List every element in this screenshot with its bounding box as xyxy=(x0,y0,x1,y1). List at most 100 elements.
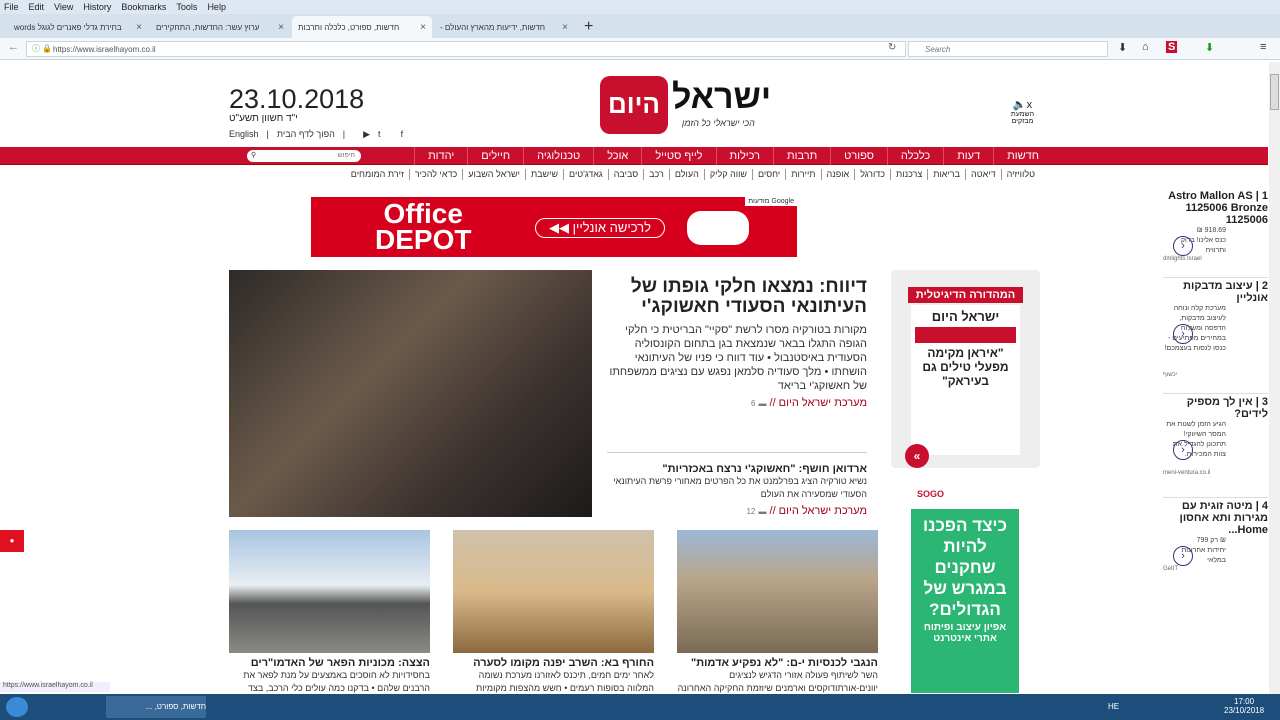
comment-icon[interactable]: ▬ xyxy=(758,507,766,516)
subnav-item[interactable]: רכב xyxy=(643,169,669,180)
chevron-left-icon[interactable]: ‹ xyxy=(1173,324,1193,344)
newspaper-cover[interactable]: ישראל היום "איראן מקימה מפעלי טילים גם ב… xyxy=(911,305,1020,455)
sogo-ad[interactable]: SOGO כיצד הפכנו להיות שחקנים במגרש של הג… xyxy=(911,483,1019,693)
site-search-input[interactable]: חיפוש ⚲ xyxy=(247,150,361,162)
download-green-icon[interactable]: ⬇ xyxy=(1205,41,1214,54)
subnav-item[interactable]: שווה קליק xyxy=(703,169,752,180)
tab-2[interactable]: × ערוץ עשר: החדשות, התחקירים xyxy=(150,16,290,38)
subnav-item[interactable]: בריאות xyxy=(927,169,965,180)
article-card[interactable]: הצצה: מכוניות הפאר של האדמו"רים בחסידויות… xyxy=(229,530,430,695)
subnav-item[interactable]: תיירות xyxy=(785,169,820,180)
twitter-icon[interactable]: t xyxy=(378,129,381,140)
side-feedback-tab[interactable]: ● xyxy=(0,530,24,552)
mute-breaking-news[interactable]: 🔈x השמעת מבזקים xyxy=(1005,98,1040,125)
subnav-item[interactable]: כדאי להכיר xyxy=(408,169,462,180)
subnav-item[interactable]: העולם xyxy=(668,169,704,180)
chevron-left-icon[interactable]: ‹ xyxy=(1173,440,1193,460)
chevron-left-icon[interactable]: ‹ xyxy=(1173,236,1193,256)
menu-bookmarks[interactable]: Bookmarks xyxy=(121,2,166,12)
digital-edition[interactable]: המהדורה הדיגיטלית ישראל היום "איראן מקימ… xyxy=(891,270,1040,468)
ad-choices-label[interactable]: מודעות Google xyxy=(745,197,797,206)
language-indicator[interactable]: HE xyxy=(1108,702,1119,711)
subnav-item[interactable]: צרכנות xyxy=(890,169,927,180)
taskbar-firefox[interactable]: חדשות, ספורט, ... xyxy=(106,696,206,718)
subnav-item[interactable]: כדורגל xyxy=(854,169,890,180)
nav-item[interactable]: טכנולוגיה xyxy=(523,147,593,165)
nav-item[interactable]: תרבות xyxy=(772,147,830,165)
homepage-link[interactable]: הפוך לדף הבית xyxy=(277,129,335,140)
card-title[interactable]: החורף בא: השרב יפנה מקומו לסערה xyxy=(453,657,654,669)
lock-icon: ⓘ 🔒 xyxy=(32,44,53,53)
extension-s-icon[interactable]: S xyxy=(1166,41,1178,53)
chevron-left-icon[interactable]: ‹ xyxy=(1173,546,1193,566)
close-icon[interactable]: × xyxy=(562,22,568,33)
ad-cta-button[interactable]: לרכישה אונליין ◀◀ xyxy=(535,218,665,238)
author[interactable]: מערכת ישראל היום // xyxy=(770,397,867,409)
english-link[interactable]: English xyxy=(229,129,259,140)
download-icon[interactable]: ⬇ xyxy=(1118,41,1127,54)
menu-history[interactable]: History xyxy=(83,2,111,12)
scrollbar[interactable] xyxy=(1269,62,1280,694)
secondary-article-title[interactable]: ארדואן חושף: "חאשוקג'י נרצח באכזריות" xyxy=(607,463,867,475)
facebook-icon[interactable]: f xyxy=(401,129,404,140)
nav-item[interactable]: ספורט xyxy=(830,147,887,165)
nav-item[interactable]: חדשות xyxy=(993,147,1052,165)
comment-count[interactable]: 6 xyxy=(751,399,755,408)
start-button[interactable] xyxy=(6,697,28,717)
nav-item[interactable]: לייף סטייל xyxy=(641,147,715,165)
subnav-item[interactable]: שישבת xyxy=(524,169,563,180)
search-input[interactable]: Search xyxy=(908,41,1108,57)
subnav-item[interactable]: יחסים xyxy=(752,169,785,180)
menu-edit[interactable]: Edit xyxy=(29,2,45,12)
menu-view[interactable]: View xyxy=(54,2,73,12)
subnav-item[interactable]: אופנה xyxy=(820,169,855,180)
article-card[interactable]: הנגבי לכנסיות י-ם: "לא נפקיע אדמות" השר ל… xyxy=(677,530,878,708)
menu-file[interactable]: File xyxy=(4,2,19,12)
subnav-item[interactable]: זירת המומחים xyxy=(346,169,409,180)
article-card[interactable]: החורף בא: השרב יפנה מקומו לסערה לאחר ימים… xyxy=(453,530,654,708)
subnav-item[interactable]: גאדג'טים xyxy=(563,169,608,180)
subnav-item[interactable]: טלוויזיה xyxy=(1000,169,1040,180)
home-icon[interactable]: ⌂ xyxy=(1142,41,1149,53)
card-title[interactable]: הנגבי לכנסיות י-ם: "לא נפקיע אדמות" xyxy=(677,657,878,669)
subnav-item[interactable]: סביבה xyxy=(607,169,643,180)
tab-1[interactable]: × בחירת גדלי פאנרים לגוגל words xyxy=(8,16,148,38)
nav-item[interactable]: רכילות xyxy=(715,147,773,165)
sogo-title: כיצד הפכנו להיות שחקנים במגרש של הגדולים… xyxy=(923,516,1007,619)
url-bar[interactable]: https://www.israelhayom.co.il xyxy=(26,41,906,57)
subnav-item[interactable]: ישראל השבוע xyxy=(462,169,525,180)
tab-4[interactable]: × חדשות, ידיעות מהארץ והעולם - xyxy=(434,16,574,38)
new-tab-button[interactable]: + xyxy=(576,18,601,38)
nav-item[interactable]: כלכלה xyxy=(886,147,943,165)
sponsored-item[interactable]: 2 | עיצוב מדבקות אונליין מערכת קלה ונוחה … xyxy=(1163,278,1268,394)
menu-tools[interactable]: Tools xyxy=(176,2,197,12)
youtube-icon[interactable]: ▶ xyxy=(363,129,370,140)
lead-article-title[interactable]: דיווח: נמצאו חלקי גופתו של העיתונאי הסעו… xyxy=(604,277,867,317)
author[interactable]: מערכת ישראל היום // xyxy=(770,505,867,517)
tab-3-active[interactable]: × חדשות, ספורט, כלכלה ותרבות xyxy=(292,16,432,38)
nav-item[interactable]: יהדות xyxy=(414,147,467,165)
menu-help[interactable]: Help xyxy=(207,2,226,12)
hamburger-menu-icon[interactable]: ≡ xyxy=(1260,41,1266,53)
search-icon[interactable]: ⚲ xyxy=(251,150,256,162)
clock[interactable]: 17:00 23/10/2018 xyxy=(1224,697,1264,715)
comment-icon[interactable]: ▬ xyxy=(758,399,766,408)
reload-icon[interactable]: ↻ xyxy=(888,42,896,53)
nav-item[interactable]: אוכל xyxy=(593,147,641,165)
close-icon[interactable]: × xyxy=(136,22,142,33)
comment-count[interactable]: 12 xyxy=(746,507,755,516)
sponsored-item[interactable]: 3 | אין לך מספיק לידים? הגיע הזמן לשנות א… xyxy=(1163,394,1268,498)
subnav-item[interactable]: דיאטה xyxy=(965,169,1001,180)
close-icon[interactable]: × xyxy=(420,22,426,33)
nav-item[interactable]: חיילים xyxy=(467,147,523,165)
card-title[interactable]: הצצה: מכוניות הפאר של האדמו"רים xyxy=(229,657,430,669)
sponsored-item[interactable]: 1 | Astro Mallon AS 1125006 Bronze 11250… xyxy=(1163,188,1268,278)
site-logo[interactable]: היום ישראל הכי ישראלי כל הזמן xyxy=(600,74,775,142)
sponsored-item[interactable]: 4 | מיטה זוגית עם מגירות ותא אחסון Home.… xyxy=(1163,498,1268,578)
office-depot-ad[interactable]: Office DEPOT לרכישה אונליין ◀◀ מודעות Goo… xyxy=(311,197,797,257)
lead-article-image[interactable] xyxy=(229,270,592,517)
prev-edition-button[interactable]: « xyxy=(905,444,929,468)
close-icon[interactable]: × xyxy=(278,22,284,33)
nav-item[interactable]: דעות xyxy=(943,147,993,165)
back-icon[interactable]: ← xyxy=(8,41,19,53)
